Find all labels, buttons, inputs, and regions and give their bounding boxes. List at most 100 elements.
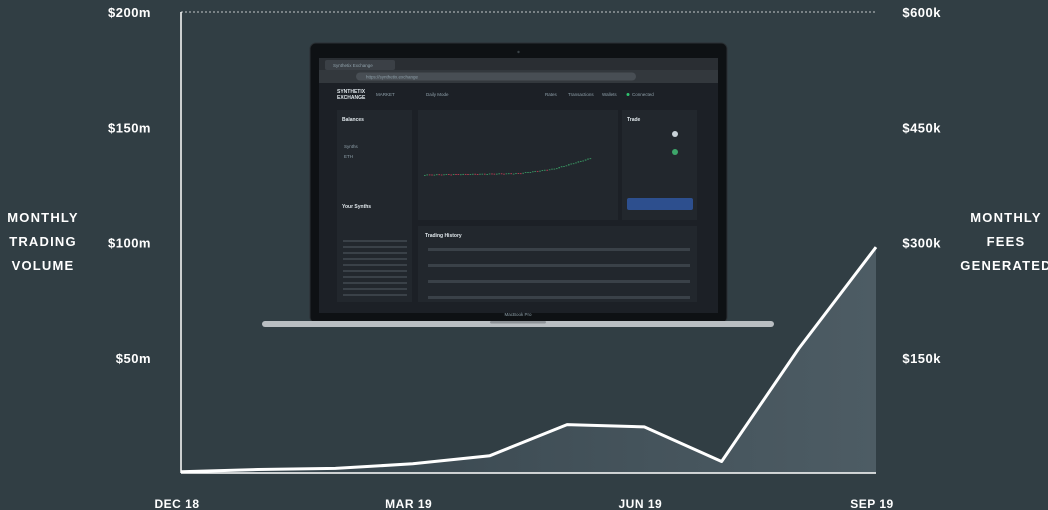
candle — [481, 173, 484, 175]
x-tick-label: MAR 19 — [385, 497, 432, 510]
candle — [565, 165, 568, 167]
browser-url: https://synthetix.exchange — [366, 75, 419, 80]
right-axis-title-2: FEES — [987, 234, 1026, 249]
left-axis-title-2: TRADING — [9, 234, 77, 249]
candle — [546, 169, 548, 171]
candle — [505, 173, 508, 175]
candle — [551, 168, 553, 170]
candle — [484, 173, 486, 175]
x-tick-label: JUN 19 — [618, 497, 662, 510]
candle — [520, 173, 522, 175]
candle — [517, 173, 520, 175]
candle — [568, 164, 570, 166]
sETH-token-icon — [672, 149, 678, 155]
synth-row — [343, 264, 407, 266]
candle — [469, 174, 472, 175]
candle — [534, 170, 536, 172]
eth-label: ETH — [344, 154, 353, 159]
candle — [493, 173, 496, 175]
candle — [582, 160, 584, 162]
x-tick-labels: DEC 18 MAR 19 JUN 19 SEP 19 — [154, 497, 893, 510]
x-tick-label: SEP 19 — [850, 497, 893, 510]
candle — [522, 172, 524, 174]
left-tick-label: $200m — [108, 5, 151, 20]
history-row — [428, 296, 690, 299]
right-tick-label: $300k — [902, 236, 941, 251]
candle — [426, 174, 428, 176]
synth-row — [343, 252, 407, 254]
synths-label: Synths — [344, 144, 359, 149]
candle — [467, 174, 469, 175]
candle — [433, 174, 436, 176]
candle — [544, 169, 546, 171]
candle — [460, 174, 462, 176]
candle — [474, 173, 476, 175]
candle — [527, 172, 529, 173]
candle — [472, 173, 474, 175]
app-nav-rates: Rates — [545, 92, 558, 97]
candle — [450, 174, 452, 176]
candle — [436, 174, 438, 176]
candle — [553, 168, 556, 170]
candle — [498, 173, 500, 175]
candle — [541, 170, 544, 171]
laptop-camera — [517, 50, 520, 54]
candle — [424, 174, 426, 176]
candle — [536, 170, 539, 172]
candle — [510, 173, 512, 175]
candle — [532, 171, 534, 173]
synth-row — [343, 282, 407, 284]
candle — [539, 170, 541, 172]
app-nav-market: MARKET — [376, 92, 395, 97]
right-tick-label: $600k — [902, 5, 941, 20]
candle — [560, 166, 563, 168]
synth-row — [343, 240, 407, 242]
your-synths-title: Your Synths — [342, 204, 371, 210]
sUSD-token-icon — [672, 131, 678, 137]
trade-button — [627, 198, 693, 210]
synth-row — [343, 246, 407, 248]
candle — [457, 174, 460, 175]
candle — [455, 174, 457, 175]
price-chart-panel — [418, 110, 618, 220]
right-tick-labels: $600k $450k $300k $150k — [902, 5, 941, 366]
candle — [577, 161, 580, 163]
history-row — [428, 264, 690, 267]
candle — [488, 173, 491, 175]
left-tick-label: $100m — [108, 236, 151, 251]
right-axis-title-1: MONTHLY — [970, 210, 1041, 225]
candle — [587, 158, 589, 160]
status-dot — [626, 93, 630, 96]
candle — [529, 172, 532, 173]
candle — [443, 174, 445, 176]
candle — [524, 172, 527, 173]
candle — [589, 158, 592, 160]
laptop-brand: MacBook Pro — [504, 312, 532, 317]
candle — [496, 173, 498, 175]
candle — [491, 173, 493, 175]
synth-row — [343, 270, 407, 272]
right-tick-label: $150k — [902, 351, 941, 366]
history-row — [428, 280, 690, 283]
candle — [428, 174, 431, 176]
history-row — [428, 248, 690, 251]
left-axis-title-1: MONTHLY — [7, 210, 78, 225]
candle — [445, 174, 448, 176]
candle — [464, 173, 467, 175]
left-tick-label: $150m — [108, 120, 151, 135]
candle — [580, 160, 582, 162]
synth-row — [343, 288, 407, 290]
right-tick-label: $450k — [902, 120, 941, 135]
chart: $200m $150m $100m $50m $600k $450k $300k $150k… — [7, 5, 1048, 510]
candle — [500, 173, 503, 175]
candle — [558, 167, 560, 169]
trading-history-title: Trading History — [425, 233, 462, 239]
synth-row — [343, 258, 407, 260]
browser-tab-title: Synthetix Exchange — [333, 63, 373, 68]
x-tick-label: DEC 18 — [154, 497, 199, 510]
candle — [486, 174, 488, 175]
laptop-illustration: Synthetix Exchange https://synthetix.exc… — [262, 42, 774, 327]
candle — [575, 162, 577, 164]
candle — [503, 173, 505, 175]
candle — [508, 173, 510, 175]
